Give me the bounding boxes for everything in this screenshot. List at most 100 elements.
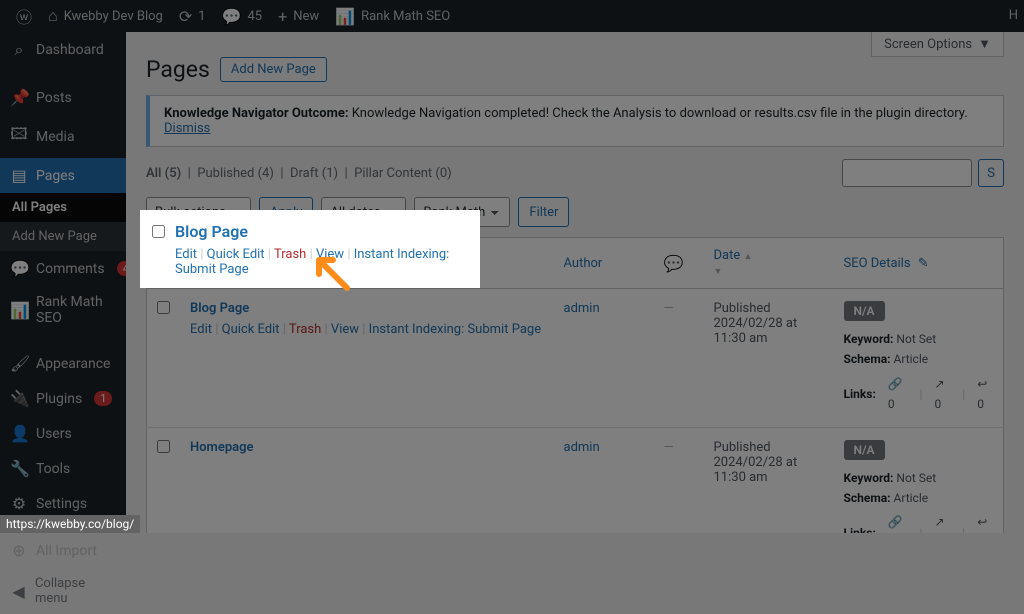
author-link[interactable]: admin: [564, 301, 600, 316]
subsubsub: All (5) | Published (4) | Draft (1) | Pi…: [146, 159, 1004, 187]
row-action-trash[interactable]: Trash: [274, 247, 306, 262]
sidebar-item-users[interactable]: 👤Users: [0, 416, 126, 451]
row-title-link[interactable]: Blog Page: [190, 301, 249, 316]
notice-dismiss-link[interactable]: Dismiss: [164, 121, 210, 136]
sidebar-item-media[interactable]: 🖾Media: [0, 115, 126, 158]
howdy[interactable]: H: [1009, 8, 1018, 23]
sidebar-item-label: Posts: [36, 90, 72, 106]
sidebar-item-label: Tools: [36, 461, 70, 477]
sidebar-item-dashboard[interactable]: ⌕ Dashboard: [0, 32, 126, 68]
updates[interactable]: ⟳1: [171, 0, 214, 32]
row-title-link[interactable]: Blog Page: [175, 222, 248, 241]
author-link[interactable]: admin: [564, 440, 600, 455]
new-content[interactable]: +New: [270, 0, 327, 32]
date-status: Published: [714, 440, 824, 455]
comments-bubble[interactable]: 💬 45: [214, 0, 271, 32]
search-input[interactable]: [842, 159, 972, 187]
sidebar-item-label: Appearance: [36, 356, 110, 372]
date-status: Published: [714, 301, 824, 316]
column-author[interactable]: Author: [554, 238, 654, 289]
filter-all[interactable]: All (5): [146, 166, 181, 181]
sidebar-item-label: Settings: [36, 496, 87, 512]
refresh-icon: ⟳: [179, 7, 192, 26]
collapse-menu[interactable]: ◀ Collapse menu: [0, 568, 126, 614]
add-new-page-button[interactable]: Add New Page: [220, 57, 327, 82]
row-action-edit[interactable]: Edit: [175, 247, 197, 262]
site-name-label: Kwebby Dev Blog: [64, 9, 163, 24]
plus-icon: +: [278, 7, 287, 26]
comment-icon: 💬: [222, 7, 242, 26]
sidebar-item-appearance[interactable]: 🖌Appearance: [0, 346, 126, 381]
admin-sidebar: ⌕ Dashboard 📌Posts 🖾Media ▤Pages All Page…: [0, 32, 126, 533]
screen-options-toggle[interactable]: Screen Options▼: [871, 32, 1004, 57]
column-seo[interactable]: SEO Details ✎: [834, 238, 1004, 289]
chart-icon: 📊: [335, 7, 355, 26]
comment-count: —: [664, 440, 674, 455]
sidebar-item-rankmath[interactable]: 📊Rank Math SEO: [0, 286, 126, 334]
admin-topbar: ⓦ ⌂Kwebby Dev Blog ⟳1 💬 45 +New 📊 Rank Mat…: [0, 0, 1024, 32]
sidebar-item-label: All Import: [36, 543, 97, 559]
table-row: Blog Page Edit | Quick Edit | Trash | Vi…: [147, 289, 1004, 428]
wp-logo[interactable]: ⓦ: [8, 0, 40, 32]
filter-button[interactable]: Filter: [518, 197, 569, 227]
sidebar-item-posts[interactable]: 📌Posts: [0, 80, 126, 115]
table-row: Homepage Edit | Quick Edit | Trash | Vie…: [147, 427, 1004, 533]
column-date[interactable]: Date ▲▼: [704, 238, 834, 289]
sidebar-item-plugins[interactable]: 🔌 Plugins 1: [0, 381, 126, 416]
plug-icon: 🔌: [10, 389, 28, 408]
filter-published[interactable]: Published (4): [197, 166, 274, 181]
row-action-edit[interactable]: Edit: [190, 322, 212, 337]
sidebar-item-label: Comments: [36, 261, 105, 277]
submenu-add-new-page[interactable]: Add New Page: [0, 222, 126, 251]
sidebar-item-comments[interactable]: 💬Comments45: [0, 251, 126, 286]
import-icon: ⊕: [10, 541, 28, 560]
sidebar-item-tools[interactable]: 🔧 Tools: [0, 451, 126, 486]
annotation-arrow: [307, 248, 357, 302]
row-action-quick-edit[interactable]: Quick Edit: [207, 247, 265, 262]
pencil-icon: ✎: [918, 256, 929, 271]
screen-options-label: Screen Options: [884, 37, 972, 52]
comments-count: 45: [248, 9, 263, 24]
site-name[interactable]: ⌂Kwebby Dev Blog: [40, 0, 171, 32]
notice-text: Knowledge Navigation completed! Check th…: [349, 106, 968, 121]
user-icon: 👤: [10, 424, 28, 443]
row-action-view[interactable]: View: [331, 322, 359, 337]
wrench-icon: 🔧: [10, 459, 28, 478]
submenu-all-pages[interactable]: All Pages: [0, 193, 126, 222]
page-title: Pages: [146, 56, 210, 83]
seo-badge: N/A: [844, 301, 885, 321]
settings-icon: ⚙: [10, 494, 28, 513]
sidebar-submenu-pages: All Pages Add New Page: [0, 193, 126, 251]
plugins-badge: 1: [94, 391, 112, 406]
row-title-link[interactable]: Homepage: [190, 440, 254, 455]
sidebar-item-label: Dashboard: [36, 42, 104, 58]
seo-badge: N/A: [844, 440, 885, 460]
date-value: 2024/02/28 at 11:30 am: [714, 316, 824, 346]
search-button[interactable]: S: [978, 159, 1004, 187]
wordpress-icon: ⓦ: [16, 4, 32, 28]
collapse-icon: ◀: [10, 582, 27, 601]
notice-label: Knowledge Navigator Outcome:: [164, 106, 349, 121]
row-action-quick-edit[interactable]: Quick Edit: [222, 322, 280, 337]
filter-draft[interactable]: Draft (1): [290, 166, 338, 181]
row-checkbox[interactable]: [157, 440, 170, 453]
sidebar-item-label: Rank Math SEO: [36, 294, 116, 326]
status-bar-url: https://kwebby.co/blog/: [0, 515, 140, 533]
row-action-trash[interactable]: Trash: [289, 322, 321, 337]
sidebar-item-all-import[interactable]: ⊕ All Import: [0, 533, 126, 568]
collapse-label: Collapse menu: [35, 576, 116, 606]
filter-pillar[interactable]: Pillar Content (0): [354, 166, 452, 181]
comment-icon: 💬: [664, 254, 684, 273]
sidebar-item-label: Plugins: [36, 391, 82, 407]
page-icon: ▤: [10, 166, 28, 185]
rankmath-label: Rank Math SEO: [361, 9, 450, 24]
page-header: Pages Add New Page: [146, 56, 1004, 83]
row-checkbox[interactable]: [152, 225, 165, 238]
column-comments[interactable]: 💬: [654, 238, 704, 289]
date-value: 2024/02/28 at 11:30 am: [714, 455, 824, 485]
rankmath-topbar[interactable]: 📊 Rank Math SEO: [327, 0, 458, 32]
dashboard-icon: ⌕: [10, 40, 28, 60]
row-checkbox[interactable]: [157, 301, 170, 314]
sidebar-item-pages[interactable]: ▤Pages: [0, 158, 126, 193]
row-action-instant-indexing[interactable]: Instant Indexing: Submit Page: [369, 322, 541, 337]
